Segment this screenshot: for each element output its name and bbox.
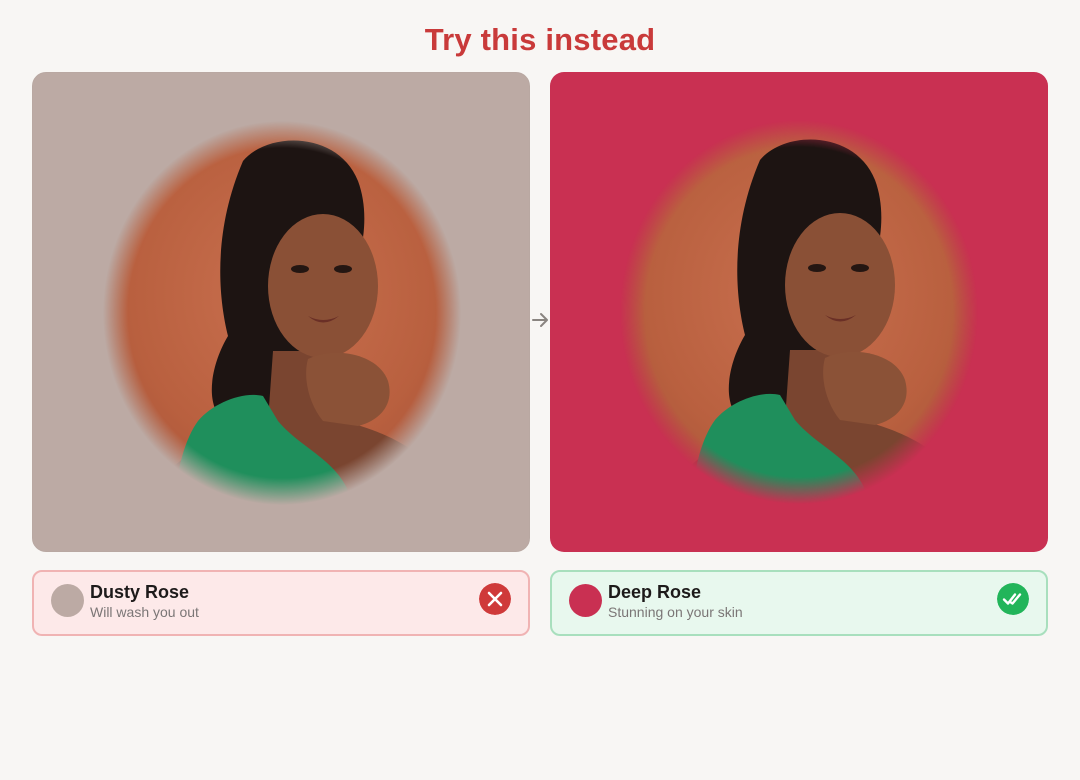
double-check-circle-icon [997,583,1029,615]
page-title: Try this instead [424,22,656,57]
color-swatch [51,584,84,617]
color-swatch [569,584,602,617]
before-color-card: Dusty Rose Will wash you out [32,570,530,636]
before-preview-panel [32,72,530,552]
page: Try this instead Dusty Rose Will wash yo… [0,0,1080,780]
arrow-right-icon [532,313,548,327]
color-name: Deep Rose [608,582,702,602]
after-color-card: Deep Rose Stunning on your skin [550,570,1048,636]
color-verdict: Will wash you out [90,604,199,620]
portrait-image [103,121,461,505]
x-circle-icon [479,583,511,615]
portrait-image [620,120,978,504]
after-preview-panel [550,72,1048,552]
color-name: Dusty Rose [90,582,190,602]
color-verdict: Stunning on your skin [608,604,743,620]
